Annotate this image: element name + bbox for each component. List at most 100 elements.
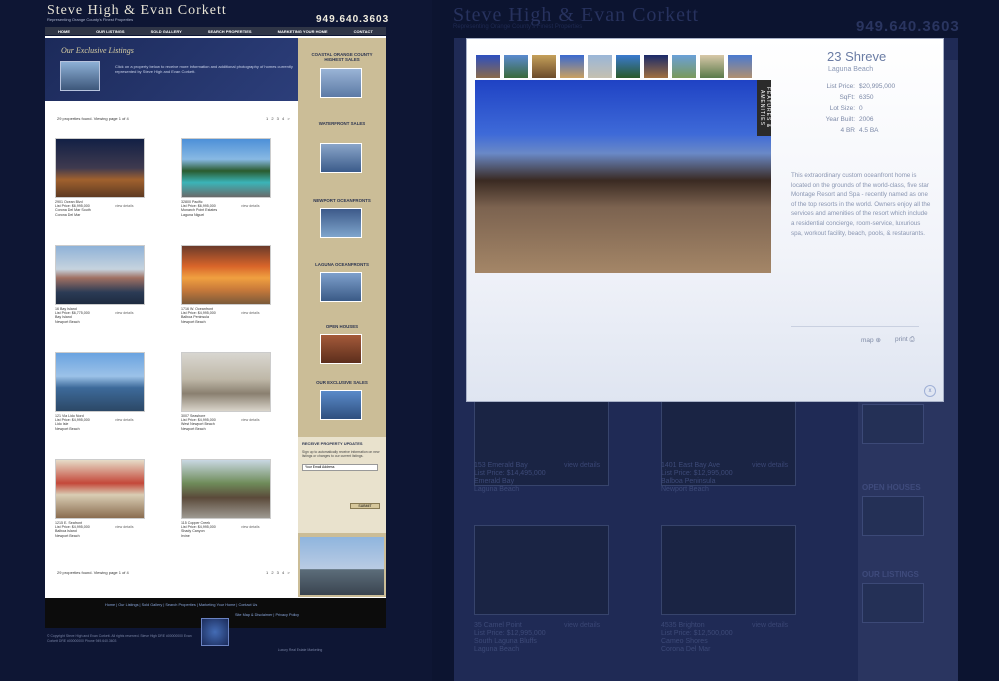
listing-photo[interactable] — [181, 352, 271, 412]
listing-photo[interactable] — [181, 459, 271, 519]
bg-sidebar-image[interactable] — [862, 404, 924, 444]
email-field[interactable]: Your Email Address — [302, 464, 378, 471]
listing-card[interactable]: 32800 Pacific List Price: $6,995,000 Mon… — [181, 138, 291, 243]
pager-bottom[interactable]: 1 2 3 4 > — [266, 570, 291, 575]
submit-button[interactable]: SUBMIT — [350, 503, 380, 509]
listing-photo[interactable] — [55, 138, 145, 198]
sidebar-heading-laguna[interactable]: LAGUNA OCEANFRONTS — [302, 262, 382, 267]
view-details-link[interactable]: view details — [241, 204, 260, 208]
sidebar-image[interactable] — [320, 390, 362, 420]
listing-card[interactable]: 16 Bay Island List Price: $6,775,000 Bay… — [55, 245, 165, 350]
listing-photo[interactable] — [55, 352, 145, 412]
nav-search-properties[interactable]: SEARCH PROPERTIES — [208, 29, 252, 34]
bg-listing-price: List Price: $12,995,000 — [474, 630, 546, 637]
listing-photo[interactable] — [55, 245, 145, 305]
main-property-photo[interactable] — [475, 80, 771, 273]
view-details-link[interactable]: view details — [115, 311, 134, 315]
bg-listing-city: Corona Del Mar — [661, 646, 711, 653]
view-details-link[interactable]: view details — [115, 525, 134, 529]
print-link[interactable]: print ⎙ — [895, 336, 915, 344]
sidebar-image[interactable] — [320, 272, 362, 302]
listings-banner: Our Exclusive Listings Click on a proper… — [45, 38, 298, 101]
nav-our-listings[interactable]: OUR LISTINGS — [96, 29, 124, 34]
thumbnail[interactable] — [671, 54, 697, 79]
map-link[interactable]: map ⊕ — [861, 336, 881, 344]
spec-label: List Price: — [826, 83, 855, 90]
view-details-link[interactable]: view details — [241, 525, 260, 529]
spec-value: 6350 — [859, 94, 874, 101]
print-label: print — [895, 336, 908, 343]
sidebar-heading-open-houses[interactable]: OPEN HOUSES — [302, 324, 382, 329]
sidebar-image[interactable] — [320, 334, 362, 364]
banner-photo — [60, 61, 100, 91]
thumbnail[interactable] — [559, 54, 585, 79]
listing-card[interactable]: 1716 W. Oceanfront List Price: $4,995,00… — [181, 245, 291, 350]
listing-card[interactable]: 3007 Seashore List Price: $4,995,000 Wes… — [181, 352, 291, 457]
sidebar-heading-highest-sales[interactable]: COASTAL ORANGE COUNTY HIGHEST SALES — [302, 52, 382, 62]
listing-city: Laguna Niguel — [181, 212, 205, 217]
bg-view-details-link[interactable]: view details — [752, 462, 788, 469]
bg-sidebar-image[interactable] — [862, 583, 924, 623]
thumbnail[interactable] — [475, 54, 501, 79]
features-tab[interactable]: FEATURES & AMENITIES — [757, 80, 771, 136]
sidebar-heading-waterfront[interactable]: WATERFRONT SALES — [302, 121, 382, 126]
results-count-top: 29 properties found. Viewing page 1 of 4 — [57, 116, 129, 121]
spec-value: $20,995,000 — [859, 83, 896, 90]
listing-card[interactable]: 1215 E. Seafront List Price: $4,995,000 … — [55, 459, 165, 564]
bg-listing-photo[interactable] — [474, 525, 609, 615]
sidebar-image[interactable] — [320, 208, 362, 238]
nav-marketing[interactable]: MARKETING YOUR HOME — [278, 29, 328, 34]
listing-card[interactable]: 115 Copper Creek List Price: $4,995,000 … — [181, 459, 291, 564]
sidebar-image[interactable] — [320, 68, 362, 98]
listing-card[interactable]: 2901 Ocean Blvd List Price: $6,995,000 C… — [55, 138, 165, 243]
thumbnail[interactable] — [531, 54, 557, 79]
bg-listing-meta: 153 Emerald Bay List Price: $14,495,000 … — [474, 462, 546, 494]
listing-meta: 3007 Seashore List Price: $4,995,000 Wes… — [181, 414, 291, 431]
listing-card[interactable]: 121 Via Lido Nord List Price: $4,995,000… — [55, 352, 165, 457]
signup-text: Sign up to automatically receive informa… — [302, 450, 380, 458]
print-icon: ⎙ — [909, 336, 915, 343]
nav-home[interactable]: HOME — [58, 29, 70, 34]
sidebar-heading-exclusive-sales[interactable]: OUR EXCLUSIVE SALES — [302, 380, 382, 385]
thumbnail[interactable] — [727, 54, 753, 79]
thumbnail[interactable] — [699, 54, 725, 79]
bg-sidebar-heading[interactable]: OPEN HOUSES — [862, 483, 921, 492]
thumbnail[interactable] — [503, 54, 529, 79]
bg-view-details-link[interactable]: view details — [564, 622, 600, 629]
view-details-link[interactable]: view details — [115, 418, 134, 422]
close-icon[interactable]: x — [924, 385, 936, 397]
listing-city: Newport Beach — [55, 426, 80, 431]
view-details-link[interactable]: view details — [241, 311, 260, 315]
bg-sidebar-heading[interactable]: OUR LISTINGS — [862, 570, 919, 579]
view-details-link[interactable]: view details — [115, 204, 134, 208]
bg-listing-price: List Price: $12,995,000 — [661, 470, 733, 477]
pager-top[interactable]: 1 2 3 4 > — [266, 116, 291, 121]
bg-sidebar-image[interactable] — [862, 496, 924, 536]
listing-photo[interactable] — [181, 245, 271, 305]
bg-listing-photo[interactable] — [661, 525, 796, 615]
nav-contact[interactable]: CONTACT — [354, 29, 373, 34]
bg-listing-address: 153 Emerald Bay — [474, 462, 528, 469]
view-details-link[interactable]: view details — [241, 418, 260, 422]
nav-sold-gallery[interactable]: SOLD GALLERY — [151, 29, 182, 34]
thumbnail[interactable] — [587, 54, 613, 79]
spec-row: Lot Size: 0 — [813, 103, 895, 114]
bg-view-details-link[interactable]: view details — [752, 622, 788, 629]
bg-phone: 949.640.3603 — [856, 18, 960, 35]
listing-photo[interactable] — [181, 138, 271, 198]
sidebar-heading-newport[interactable]: NEWPORT OCEANFRONTS — [302, 198, 382, 203]
thumbnail[interactable] — [643, 54, 669, 79]
signup-box: RECEIVE PROPERTY UPDATES Sign up to auto… — [298, 437, 386, 533]
bg-view-details-link[interactable]: view details — [564, 462, 600, 469]
listing-meta: 16 Bay Island List Price: $6,775,000 Bay… — [55, 307, 165, 324]
spec-label: Year Built: — [825, 116, 855, 123]
spec-value: 4.5 BA — [859, 127, 879, 134]
bg-listing-city: Laguna Beach — [474, 486, 520, 493]
footer-links-secondary[interactable]: Site Map & Disclaimer | Privacy Policy — [235, 613, 299, 617]
thumbnail[interactable] — [615, 54, 641, 79]
footer-links[interactable]: Home | Our Listings | Sold Gallery | Sea… — [105, 603, 257, 607]
results-count-bottom: 29 properties found. Viewing page 1 of 4 — [57, 570, 129, 575]
listing-photo[interactable] — [55, 459, 145, 519]
designed-by[interactable]: Luxury Real Estate Marketing — [270, 648, 330, 652]
sidebar-image[interactable] — [320, 143, 362, 173]
